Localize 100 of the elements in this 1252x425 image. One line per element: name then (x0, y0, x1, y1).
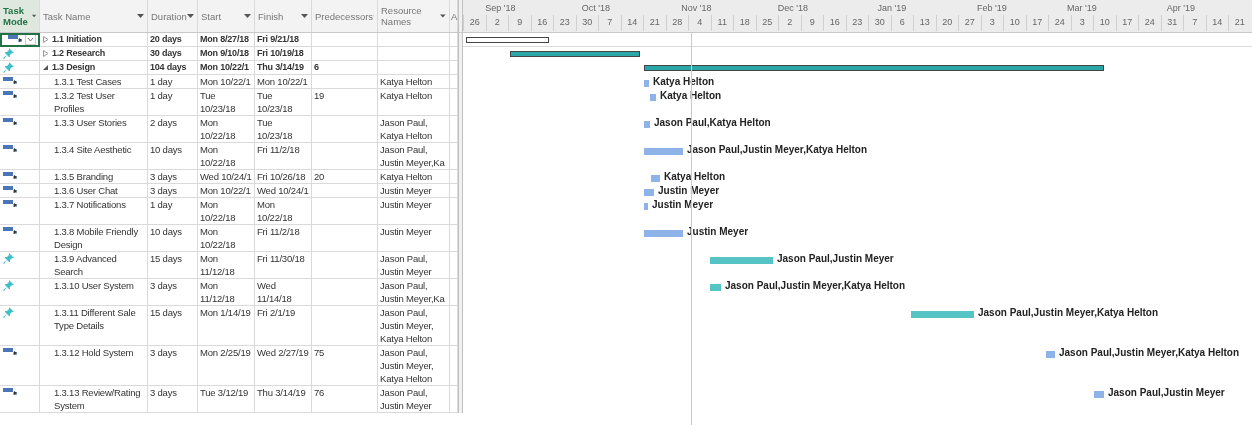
column-header[interactable]: Start (198, 0, 255, 32)
week-label: 25 (755, 15, 778, 31)
dropdown-icon[interactable] (31, 14, 36, 18)
task-mode-cell[interactable] (0, 75, 40, 89)
predecessors-cell (312, 252, 378, 279)
finish-cell: Tue 10/23/18 (255, 89, 312, 116)
task-mode-cell[interactable] (0, 198, 40, 225)
resource-names-cell: Katya Helton (378, 75, 450, 89)
column-header[interactable]: Predecessors (312, 0, 378, 32)
column-header[interactable]: Task Mode (0, 0, 40, 32)
predecessors-cell (312, 198, 378, 225)
duration-cell: 104 days (148, 61, 198, 75)
dropdown-icon[interactable] (25, 34, 36, 45)
task-mode-cell[interactable] (0, 47, 40, 61)
dropdown-icon[interactable] (137, 14, 144, 18)
task-mode-cell[interactable] (0, 170, 40, 184)
month-label: Dec '18 (777, 3, 808, 13)
task-bar[interactable] (1094, 391, 1104, 398)
start-cell: Mon 9/10/18 (198, 47, 255, 61)
resource-names-cell: Katya Helton (378, 170, 450, 184)
week-label: 26 (463, 15, 486, 31)
predecessors-cell: 76 (312, 386, 378, 413)
start-cell: Mon 10/22/18 (198, 116, 255, 143)
duration-cell: 1 day (148, 75, 198, 89)
column-header[interactable]: A (450, 0, 458, 32)
task-mode-cell[interactable] (0, 225, 40, 252)
task-name: 1.3.12 Hold System (54, 346, 134, 359)
duration-cell: 3 days (148, 279, 198, 306)
pane-splitter[interactable] (458, 0, 463, 32)
start-cell: Wed 10/24/1 (198, 170, 255, 184)
dropdown-icon[interactable] (440, 14, 446, 18)
task-mode-cell[interactable] (0, 33, 40, 47)
column-header[interactable]: Finish (255, 0, 312, 32)
task-bar[interactable] (644, 80, 649, 87)
week-label: 10 (1003, 15, 1026, 31)
summary-bar[interactable] (466, 37, 549, 43)
auto-schedule-icon (3, 90, 18, 99)
task-bar[interactable] (710, 257, 773, 264)
finish-cell: Fri 10/19/18 (255, 47, 312, 61)
task-bar[interactable] (911, 311, 974, 318)
column-header[interactable]: Resource Names (378, 0, 450, 32)
task-bar[interactable] (644, 148, 683, 155)
task-bar[interactable] (644, 230, 683, 237)
task-bar[interactable] (651, 175, 660, 182)
week-label: 11 (710, 15, 733, 31)
task-mode-cell[interactable] (0, 346, 40, 386)
column-header[interactable]: Duration (148, 0, 198, 32)
pane-splitter[interactable] (458, 386, 463, 413)
task-mode-cell[interactable] (0, 61, 40, 75)
week-label: 21 (643, 15, 666, 31)
duration-cell: 1 day (148, 89, 198, 116)
duration-cell: 3 days (148, 386, 198, 413)
task-name: 1.3.2 Test User Profiles (54, 89, 116, 115)
resource-label: Jason Paul,Justin Meyer (777, 253, 894, 264)
duration-cell: 1 day (148, 198, 198, 225)
task-bar[interactable] (644, 121, 650, 128)
resource-label: Jason Paul,Katya Helton (654, 117, 771, 128)
task-name: 1.3.8 Mobile Friendly Design (54, 225, 139, 251)
auto-schedule-icon (3, 171, 18, 180)
start-cell: Mon 10/22/18 (198, 225, 255, 252)
start-cell: Mon 10/22/1 (198, 184, 255, 198)
week-label: 3 (980, 15, 1003, 31)
week-label: 17 (1025, 15, 1048, 31)
month-label: Sep '18 (485, 3, 516, 13)
start-cell: Mon 11/12/18 (198, 252, 255, 279)
task-bar[interactable] (1046, 351, 1055, 358)
column-header[interactable]: Task Name (40, 0, 148, 32)
task-mode-cell[interactable] (0, 252, 40, 279)
week-label: 16 (530, 15, 553, 31)
task-bar[interactable] (710, 284, 721, 291)
finish-cell: Thu 3/14/19 (255, 386, 312, 413)
week-label: 2 (778, 15, 801, 31)
task-name: 1.1 Initiation (52, 33, 102, 46)
dropdown-icon[interactable] (244, 14, 251, 18)
task-bar[interactable] (644, 203, 648, 210)
finish-cell: Fri 10/26/18 (255, 170, 312, 184)
duration-cell: 3 days (148, 170, 198, 184)
duration-cell: 2 days (148, 116, 198, 143)
task-mode-cell[interactable] (0, 386, 40, 413)
task-bar[interactable] (644, 189, 654, 196)
dropdown-icon[interactable] (187, 14, 194, 18)
predecessors-cell (312, 143, 378, 170)
task-mode-cell[interactable] (0, 143, 40, 170)
finish-cell: Thu 3/14/19 (255, 61, 312, 75)
expander-icon[interactable] (43, 64, 49, 71)
task-mode-cell[interactable] (0, 89, 40, 116)
pane-splitter[interactable] (458, 33, 463, 47)
task-mode-cell[interactable] (0, 116, 40, 143)
task-mode-cell[interactable] (0, 184, 40, 198)
resource-label: Jason Paul,Justin Meyer (1108, 387, 1225, 398)
task-bar[interactable] (650, 94, 656, 101)
task-mode-cell[interactable] (0, 306, 40, 346)
dropdown-icon[interactable] (301, 14, 308, 18)
auto-schedule-icon (3, 144, 18, 153)
task-mode-cell[interactable] (0, 279, 40, 306)
predecessors-cell (312, 47, 378, 61)
week-label: 24 (1048, 15, 1071, 31)
month-label: Nov '18 (681, 3, 712, 13)
finish-cell: Mon 10/22/1 (255, 75, 312, 89)
resource-names-cell: Jason Paul, Justin Meyer, Katya Helton (378, 346, 450, 386)
